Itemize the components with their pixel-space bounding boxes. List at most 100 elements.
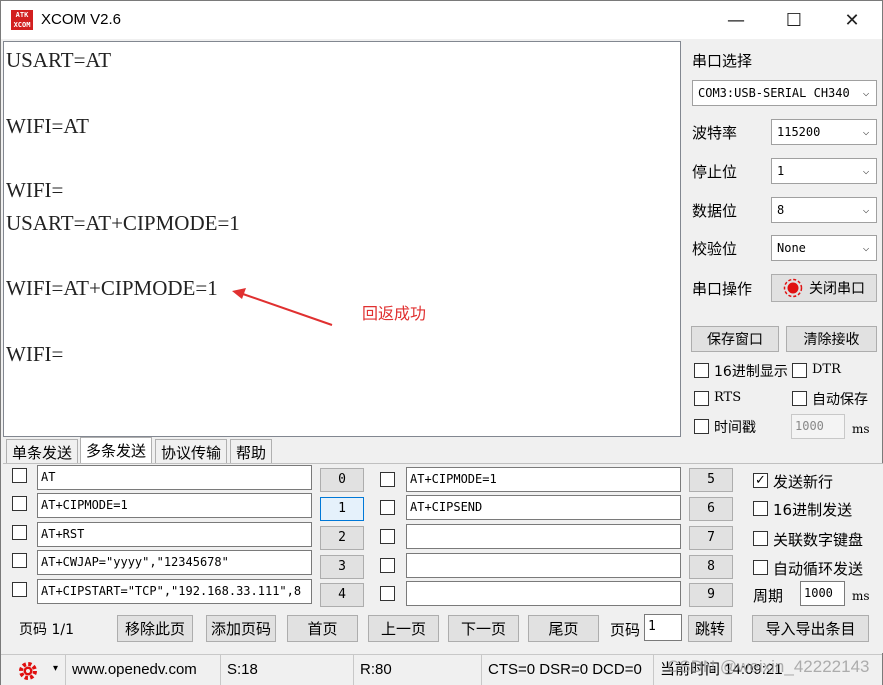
clear-receive-button[interactable]: 清除接收	[786, 326, 877, 352]
settings-gear-icon[interactable]	[17, 660, 39, 682]
chevron-down-icon: ⌵	[856, 120, 876, 144]
send-text-input[interactable]: AT+CIPSEND	[406, 495, 681, 520]
hex-send-label: 16进制发送	[773, 501, 853, 519]
save-window-button[interactable]: 保存窗口	[691, 326, 779, 352]
status-sent: S:18	[220, 655, 353, 685]
status-lines: CTS=0 DSR=0 DCD=0	[481, 655, 653, 685]
period-label: 周期	[753, 587, 784, 605]
timestamp-unit: ms	[852, 422, 870, 436]
send-text-input[interactable]: AT+RST	[37, 522, 312, 547]
jump-button[interactable]: 跳转	[688, 615, 732, 642]
chevron-down-icon: ⌵	[856, 198, 876, 222]
watermark: CSDN @weixin_42222143	[667, 657, 870, 676]
send-button[interactable]: 2	[320, 526, 364, 550]
parity-select[interactable]: None ⌵	[771, 235, 877, 261]
link-keypad-checkbox[interactable]	[753, 531, 768, 546]
link-keypad-label: 关联数字键盘	[773, 531, 864, 549]
maximize-button[interactable]: ☐	[765, 1, 823, 39]
receive-area[interactable]: USART=AT WIFI=AT WIFI= USART=AT+CIPMODE=…	[3, 41, 681, 437]
send-text-input[interactable]: AT+CIPSTART="TCP","192.168.33.111",8	[37, 579, 312, 604]
status-bar: ▾ www.openedv.com S:18 R:80 CTS=0 DSR=0 …	[1, 654, 882, 685]
row-checkbox[interactable]	[12, 468, 27, 483]
auto-loop-checkbox[interactable]	[753, 560, 768, 575]
port-select-value: COM3:USB-SERIAL CH340	[698, 86, 850, 100]
baud-select[interactable]: 115200 ⌵	[771, 119, 877, 145]
send-text-input[interactable]	[406, 553, 681, 578]
import-export-button[interactable]: 导入导出条目	[752, 615, 869, 642]
send-text-input[interactable]: AT+CWJAP="yyyy","12345678"	[37, 550, 312, 575]
send-button[interactable]: 0	[320, 468, 364, 492]
send-button[interactable]: 8	[689, 555, 733, 579]
row-checkbox[interactable]	[12, 525, 27, 540]
send-button[interactable]: 7	[689, 526, 733, 550]
hex-display-checkbox[interactable]	[694, 363, 709, 378]
remove-page-button[interactable]: 移除此页	[117, 615, 193, 642]
tab-single-send[interactable]: 单条发送	[6, 439, 79, 463]
prev-page-button[interactable]: 上一页	[368, 615, 439, 642]
row-checkbox[interactable]	[12, 582, 27, 597]
status-url[interactable]: www.openedv.com	[65, 655, 220, 685]
stop-bits-label: 停止位	[692, 163, 738, 181]
close-button[interactable]: ✕	[823, 1, 881, 39]
send-button[interactable]: 3	[320, 555, 364, 579]
timestamp-checkbox[interactable]	[694, 419, 709, 434]
stop-bits-value: 1	[777, 164, 785, 178]
row-checkbox[interactable]	[380, 472, 395, 487]
send-text-input[interactable]: AT+CIPMODE=1	[406, 467, 681, 492]
status-received: R:80	[353, 655, 481, 685]
auto-save-checkbox[interactable]	[792, 391, 807, 406]
row-checkbox[interactable]	[380, 586, 395, 601]
tab-protocol[interactable]: 协议传输	[155, 439, 228, 463]
page-field-label: 页码	[610, 621, 641, 639]
first-page-button[interactable]: 首页	[287, 615, 358, 642]
send-button[interactable]: 5	[689, 468, 733, 492]
dtr-checkbox[interactable]	[792, 363, 807, 378]
page-field-input[interactable]: 1	[644, 614, 682, 641]
period-unit: ms	[852, 589, 870, 603]
row-checkbox[interactable]	[380, 558, 395, 573]
app-window: ATK XCOM XCOM V2.6 — ☐ ✕ USART=AT WIFI=A…	[0, 0, 883, 685]
send-text-input[interactable]: AT	[37, 465, 312, 490]
tab-help[interactable]: 帮助	[230, 439, 273, 463]
chevron-down-icon: ⌵	[856, 159, 876, 183]
last-page-button[interactable]: 尾页	[528, 615, 599, 642]
send-button[interactable]: 4	[320, 583, 364, 607]
rts-checkbox[interactable]	[694, 391, 709, 406]
title-bar: ATK XCOM XCOM V2.6 — ☐ ✕	[1, 1, 882, 39]
stop-bits-select[interactable]: 1 ⌵	[771, 158, 877, 184]
send-text-input[interactable]: AT+CIPMODE=1	[37, 493, 312, 518]
period-input[interactable]: 1000	[800, 581, 845, 606]
dropdown-arrow-icon[interactable]: ▾	[53, 663, 58, 674]
parity-label: 校验位	[692, 240, 738, 258]
send-text-input[interactable]	[406, 524, 681, 549]
minimize-button[interactable]: —	[707, 1, 765, 39]
send-button[interactable]: 6	[689, 497, 733, 521]
row-checkbox[interactable]	[380, 529, 395, 544]
next-page-button[interactable]: 下一页	[448, 615, 519, 642]
send-newline-label: 发送新行	[773, 473, 834, 491]
timestamp-label: 时间戳	[714, 420, 756, 436]
window-title: XCOM V2.6	[41, 11, 122, 28]
rts-label: RTS	[714, 390, 742, 405]
close-port-label: 关闭串口	[809, 281, 865, 297]
led-indicator-icon	[783, 278, 803, 298]
hex-display-label: 16进制显示	[714, 364, 788, 380]
annotation-text: 回返成功	[362, 304, 427, 323]
baud-label: 波特率	[692, 124, 738, 142]
send-button[interactable]: 1	[320, 497, 364, 521]
send-text-input[interactable]	[406, 581, 681, 606]
close-port-button[interactable]: 关闭串口	[771, 274, 877, 302]
timestamp-input[interactable]: 1000	[791, 414, 845, 439]
send-newline-checkbox[interactable]: ✓	[753, 473, 768, 488]
send-button[interactable]: 9	[689, 583, 733, 607]
tab-multi-send[interactable]: 多条发送	[80, 437, 153, 464]
annotation-arrow-icon	[232, 288, 333, 326]
hex-send-checkbox[interactable]	[753, 501, 768, 516]
add-page-button[interactable]: 添加页码	[206, 615, 276, 642]
data-bits-select[interactable]: 8 ⌵	[771, 197, 877, 223]
chevron-down-icon: ⌵	[856, 81, 876, 105]
row-checkbox[interactable]	[380, 500, 395, 515]
row-checkbox[interactable]	[12, 553, 27, 568]
row-checkbox[interactable]	[12, 496, 27, 511]
port-select[interactable]: COM3:USB-SERIAL CH340 ⌵	[692, 80, 877, 106]
